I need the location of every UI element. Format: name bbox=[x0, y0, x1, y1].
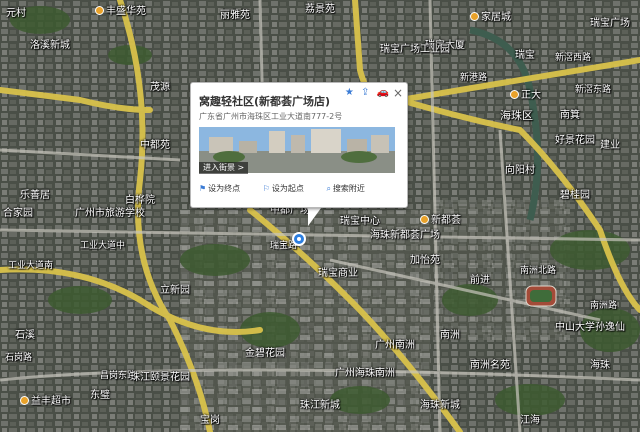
map-label[interactable]: 海珠新都荟广场 bbox=[370, 230, 440, 242]
poi-icon bbox=[470, 12, 479, 21]
map-label[interactable]: 海珠新城 bbox=[420, 400, 460, 412]
map-label[interactable]: 丰盛华苑 bbox=[95, 6, 146, 18]
popup-actions: ★ ⇪ 🚗 bbox=[341, 87, 389, 98]
map-label[interactable]: 广州南洲 bbox=[375, 340, 415, 352]
map-label[interactable]: 瑞宝 bbox=[515, 50, 535, 62]
map-label[interactable]: 合家园 bbox=[3, 208, 33, 220]
map-label[interactable]: 南洲名苑 bbox=[470, 360, 510, 372]
map-label[interactable]: 乐善居 bbox=[20, 190, 50, 202]
location-pin-icon[interactable] bbox=[292, 232, 306, 246]
map-label[interactable]: 江海 bbox=[520, 415, 540, 427]
road-label[interactable]: 石岗路 bbox=[5, 352, 32, 364]
search-nearby-link[interactable]: ⌕ 搜索附近 bbox=[326, 184, 374, 193]
road-label[interactable]: 新滘东路 bbox=[575, 84, 611, 96]
map-label[interactable]: 白桦院 bbox=[125, 195, 155, 207]
flag-icon: ⚑ bbox=[199, 184, 207, 193]
map-label[interactable]: 建业 bbox=[600, 140, 620, 152]
map-label[interactable]: 丽雅苑 bbox=[220, 10, 250, 22]
poi-icon bbox=[95, 6, 104, 15]
popup-links: ⚑ 设为终点 ⚐ 设为起点 ⌕ 搜索附近 bbox=[199, 183, 385, 194]
map-label[interactable]: 海珠 bbox=[590, 360, 610, 372]
poi-icon bbox=[20, 396, 29, 405]
map-label[interactable]: 广州海珠南洲 bbox=[335, 368, 395, 380]
map-label[interactable]: 正大 bbox=[510, 90, 541, 102]
road-label[interactable]: 工业大道中 bbox=[80, 240, 125, 252]
map-label[interactable]: 荔景苑 bbox=[305, 4, 335, 16]
map-label[interactable]: 中都苑 bbox=[140, 140, 170, 152]
map-label[interactable]: 瑞宝广场工业园 bbox=[380, 44, 450, 56]
map-label[interactable]: 珠江颐景花园 bbox=[130, 372, 190, 384]
map-label[interactable]: 立新园 bbox=[160, 285, 190, 297]
map-label[interactable]: 瑞宝中心 bbox=[340, 216, 380, 228]
map-label[interactable]: 加怡苑 bbox=[410, 255, 440, 267]
map-label[interactable]: 石溪 bbox=[15, 330, 35, 342]
close-icon[interactable]: × bbox=[393, 86, 403, 100]
map-label[interactable]: 南箕 bbox=[560, 110, 580, 122]
map-label[interactable]: 洛溪新城 bbox=[30, 40, 70, 52]
poi-icon bbox=[510, 90, 519, 99]
road-label[interactable]: 工业大道南 bbox=[8, 260, 53, 272]
map-label[interactable]: 广州市旅游学校 bbox=[75, 208, 145, 220]
map-label[interactable]: 东璧 bbox=[90, 390, 110, 402]
road-label[interactable]: 南洲北路 bbox=[520, 265, 556, 277]
map-label[interactable]: 瑞宝广场 bbox=[590, 18, 630, 30]
map-label[interactable]: 金碧花园 bbox=[245, 348, 285, 360]
map-label[interactable]: 家居城 bbox=[470, 12, 511, 24]
favorite-star-icon[interactable]: ★ bbox=[345, 87, 354, 98]
poi-title[interactable]: 窝趣轻社区(新都荟广场店) bbox=[199, 93, 330, 109]
map-label[interactable]: 前进 bbox=[470, 275, 490, 287]
poi-address: 广东省广州市海珠区工业大道南777-2号 bbox=[199, 112, 343, 121]
map-label[interactable]: 中山大学孙逸仙 bbox=[555, 322, 625, 334]
map-label[interactable]: 宝岗 bbox=[200, 415, 220, 427]
car-route-icon[interactable]: 🚗 bbox=[377, 87, 389, 98]
map-label[interactable]: 珠江新城 bbox=[300, 400, 340, 412]
map-label[interactable]: 南洲 bbox=[440, 330, 460, 342]
set-origin-link[interactable]: ⚐ 设为起点 bbox=[263, 184, 314, 193]
set-destination-link[interactable]: ⚑ 设为终点 bbox=[199, 184, 250, 193]
start-icon: ⚐ bbox=[262, 184, 270, 193]
map-label[interactable]: 向阳村 bbox=[505, 165, 535, 177]
road-label[interactable]: 南洲路 bbox=[590, 300, 617, 312]
road-label[interactable]: 新滘西路 bbox=[555, 52, 591, 64]
map-label[interactable]: 碧桂园 bbox=[560, 190, 590, 202]
poi-info-window[interactable]: 窝趣轻社区(新都荟广场店) ★ ⇪ 🚗 × 广东省广州市海珠区工业大道南777-… bbox=[190, 82, 408, 208]
street-view-link[interactable]: 进入街景 > bbox=[199, 162, 249, 174]
map-label[interactable]: 益丰超市 bbox=[20, 396, 71, 408]
poi-icon bbox=[420, 215, 429, 224]
map-label[interactable]: 茂源 bbox=[150, 82, 170, 94]
district-label[interactable]: 海珠区 bbox=[500, 110, 533, 122]
road-label[interactable]: 新港路 bbox=[460, 72, 487, 84]
search-icon: ⌕ bbox=[326, 184, 331, 193]
share-icon[interactable]: ⇪ bbox=[361, 87, 369, 98]
map-label[interactable]: 新都荟 bbox=[420, 215, 461, 227]
map-label[interactable]: 好景花园 bbox=[555, 135, 595, 147]
map-label[interactable]: 元村 bbox=[6, 8, 26, 20]
map-label[interactable]: 瑞宝商业 bbox=[318, 268, 358, 280]
